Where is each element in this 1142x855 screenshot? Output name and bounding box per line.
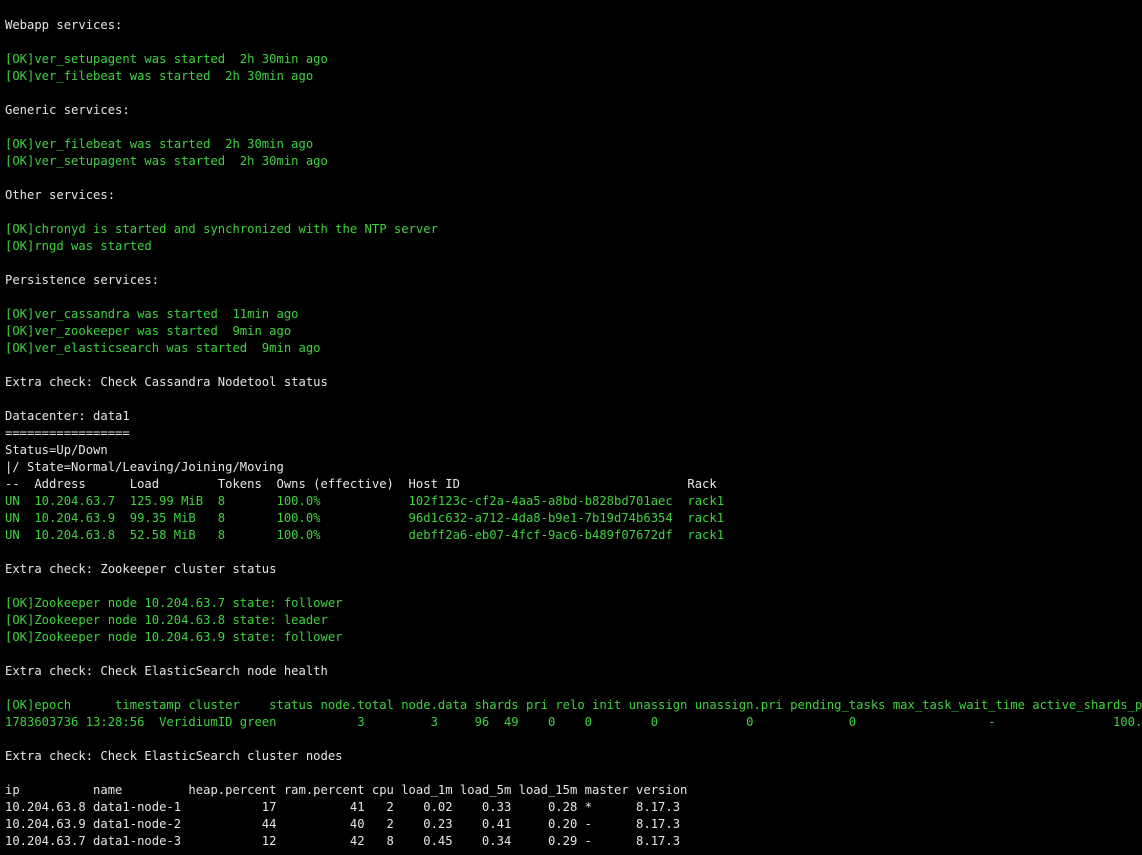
terminal-line: 10.204.63.9 data1-node-2 44 40 2 0.23 0.… (5, 817, 681, 831)
terminal-line: [OK]epoch timestamp cluster status node.… (5, 698, 1142, 712)
terminal-line: [OK]ver_setupagent was started 2h 30min … (5, 154, 328, 168)
terminal-line: UN 10.204.63.9 99.35 MiB 8 100.0% 96d1c6… (5, 511, 725, 525)
terminal-line: [OK]ver_zookeeper was started 9min ago (5, 324, 292, 338)
terminal-line: Extra check: Check ElasticSearch cluster… (5, 749, 343, 763)
terminal-line: Status=Up/Down (5, 443, 108, 457)
terminal-line: Datacenter: data1 (5, 409, 130, 423)
terminal-line: Extra check: Zookeeper cluster status (5, 562, 277, 576)
terminal-line: |/ State=Normal/Leaving/Joining/Moving (5, 460, 284, 474)
terminal-line: -- Address Load Tokens Owns (effective) … (5, 477, 717, 491)
terminal-line: Generic services: (5, 103, 130, 117)
terminal-line: [OK]ver_filebeat was started 2h 30min ag… (5, 137, 314, 151)
terminal-line: UN 10.204.63.7 125.99 MiB 8 100.0% 102f1… (5, 494, 725, 508)
terminal-line: [OK]Zookeeper node 10.204.63.7 state: fo… (5, 596, 343, 610)
terminal-line: [OK]ver_setupagent was started 2h 30min … (5, 52, 328, 66)
terminal-line: ip name heap.percent ram.percent cpu loa… (5, 783, 688, 797)
terminal-line: [OK]ver_filebeat was started 2h 30min ag… (5, 69, 314, 83)
terminal-line: Extra check: Check ElasticSearch node he… (5, 664, 328, 678)
terminal-line: [OK]ver_elasticsearch was started 9min a… (5, 341, 321, 355)
terminal-line: [OK]rngd was started (5, 239, 152, 253)
terminal-line: [OK]ver_cassandra was started 11min ago (5, 307, 299, 321)
terminal-line: ================= (5, 426, 130, 440)
terminal-line: Webapp services: (5, 18, 123, 32)
terminal-line: 10.204.63.7 data1-node-3 12 42 8 0.45 0.… (5, 834, 681, 848)
terminal-line: Extra check: Check Cassandra Nodetool st… (5, 375, 328, 389)
terminal-line: 10.204.63.8 data1-node-1 17 41 2 0.02 0.… (5, 800, 681, 814)
terminal-line: [OK]Zookeeper node 10.204.63.8 state: le… (5, 613, 328, 627)
terminal-output[interactable]: Webapp services: [OK]ver_setupagent was s… (0, 0, 1142, 855)
terminal-line: Persistence services: (5, 273, 160, 287)
terminal-line: 1783603736 13:28:56 VeridiumID green 3 3… (5, 715, 1142, 729)
terminal-line: [OK]Zookeeper node 10.204.63.9 state: fo… (5, 630, 343, 644)
terminal-line: UN 10.204.63.8 52.58 MiB 8 100.0% debff2… (5, 528, 725, 542)
terminal-line: [OK]chronyd is started and synchronized … (5, 222, 438, 236)
terminal-line: Other services: (5, 188, 116, 202)
